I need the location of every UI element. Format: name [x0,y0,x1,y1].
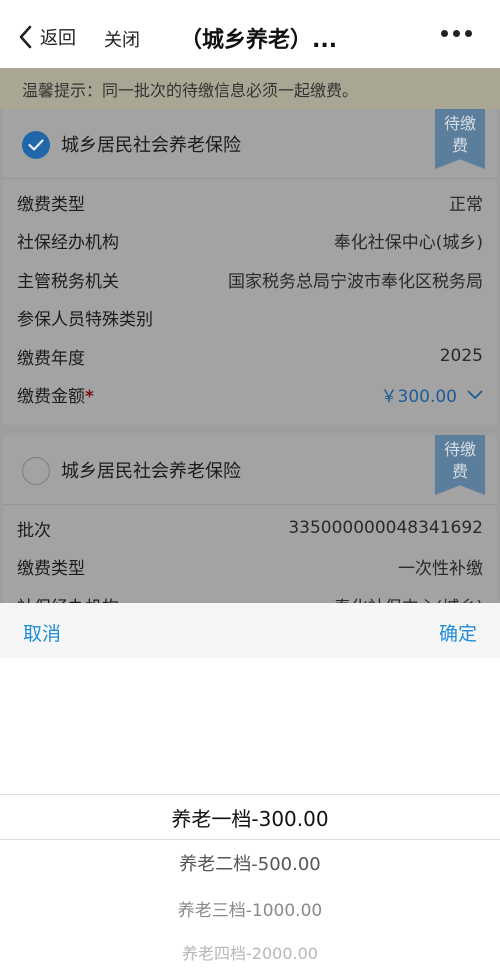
info-row: 缴费类型 正常 [3,183,497,222]
payment-card: 城乡居民社会养老保险 待缴 费 批次 335000000048341692 缴费… [3,435,497,603]
row-label: 缴费类型 [17,194,85,215]
badge-line: 费 [451,136,468,155]
row-value: 奉化社保中心(城乡) [333,233,483,254]
row-label: 缴费年度 [17,348,85,369]
info-row: 缴费类型 一次性补缴 [3,548,497,587]
card-header[interactable]: 城乡居民社会养老保险 待缴 费 [3,109,497,179]
payment-card: 城乡居民社会养老保险 待缴 费 缴费类型 正常 社保经办机构 奉化社保中心(城乡… [3,109,497,425]
status-badge: 待缴 费 [435,435,485,495]
page-title: （城乡养老）... [180,28,338,53]
info-row: 社保经办机构 奉化社保中心(城乡) [3,586,497,603]
card-header[interactable]: 城乡居民社会养老保险 待缴 费 [3,435,497,505]
info-row: 主管税务机关 国家税务总局宁波市奉化区税务局 [3,260,497,299]
amount-row[interactable]: 缴费金额* ￥300.00 [3,376,497,415]
nav-header: 返回 关闭 （城乡养老）... [0,0,500,68]
info-row: 缴费年度 2025 [3,337,497,376]
close-button[interactable]: 关闭 [104,26,140,52]
row-label: 批次 [17,520,51,541]
row-value: 正常 [449,194,483,215]
row-value: 奉化社保中心(城乡) [334,593,483,603]
row-label: 参保人员特殊类别 [17,310,153,331]
amount-value-text: ￥300.00 [380,387,457,408]
picker-option[interactable]: 养老三档-1000.00 [0,896,500,921]
picker-option[interactable]: 养老四档-2000.00 [0,940,500,964]
required-marker: * [85,387,94,408]
status-badge: 待缴 费 [435,109,485,169]
badge-line: 费 [451,462,468,481]
picker-option[interactable]: 养老二档-500.00 [0,850,500,876]
selection-divider [0,794,500,795]
row-value: 335000000048341692 [288,518,483,539]
selection-divider [0,839,500,840]
chevron-left-icon [19,25,32,49]
amount-label: 缴费金额* [17,382,94,407]
info-row: 批次 335000000048341692 [3,509,497,548]
card-title: 城乡居民社会养老保险 [61,461,241,482]
checkbox-checked-icon[interactable] [22,131,50,159]
confirm-button[interactable]: 确定 [439,619,477,646]
row-label: 主管税务机关 [17,271,119,292]
picker-wheel[interactable]: 养老一档-300.00 养老二档-500.00 养老三档-1000.00 养老四… [0,658,500,979]
row-value: 一次性补缴 [398,559,483,580]
row-value: 国家税务总局宁波市奉化区税务局 [228,271,483,292]
back-button[interactable]: 返回 [18,20,76,54]
badge-line: 待缴 [443,114,476,133]
badge-line: 待缴 [443,440,476,459]
amount-label-text: 缴费金额 [17,387,85,408]
picker-toolbar: 取消 确定 [0,603,500,658]
chevron-down-icon [467,390,483,399]
checkbox-unchecked-icon[interactable] [22,457,50,485]
info-row: 参保人员特殊类别 [3,299,497,338]
row-value: 2025 [439,346,483,367]
more-icon[interactable] [441,30,472,37]
card-title: 城乡居民社会养老保险 [61,135,241,156]
cancel-button[interactable]: 取消 [23,619,61,646]
info-row: 社保经办机构 奉化社保中心(城乡) [3,222,497,261]
row-label: 缴费类型 [17,559,85,580]
back-label: 返回 [40,28,76,49]
row-label: 社保经办机构 [17,233,119,254]
picker-option-selected[interactable]: 养老一档-300.00 [0,803,500,832]
notice-banner: 温馨提示：同一批次的待缴信息必须一起缴费。 [0,68,500,109]
row-label: 社保经办机构 [17,593,119,603]
payment-list: 城乡居民社会养老保险 待缴 费 缴费类型 正常 社保经办机构 奉化社保中心(城乡… [0,109,500,603]
amount-value[interactable]: ￥300.00 [381,382,483,407]
